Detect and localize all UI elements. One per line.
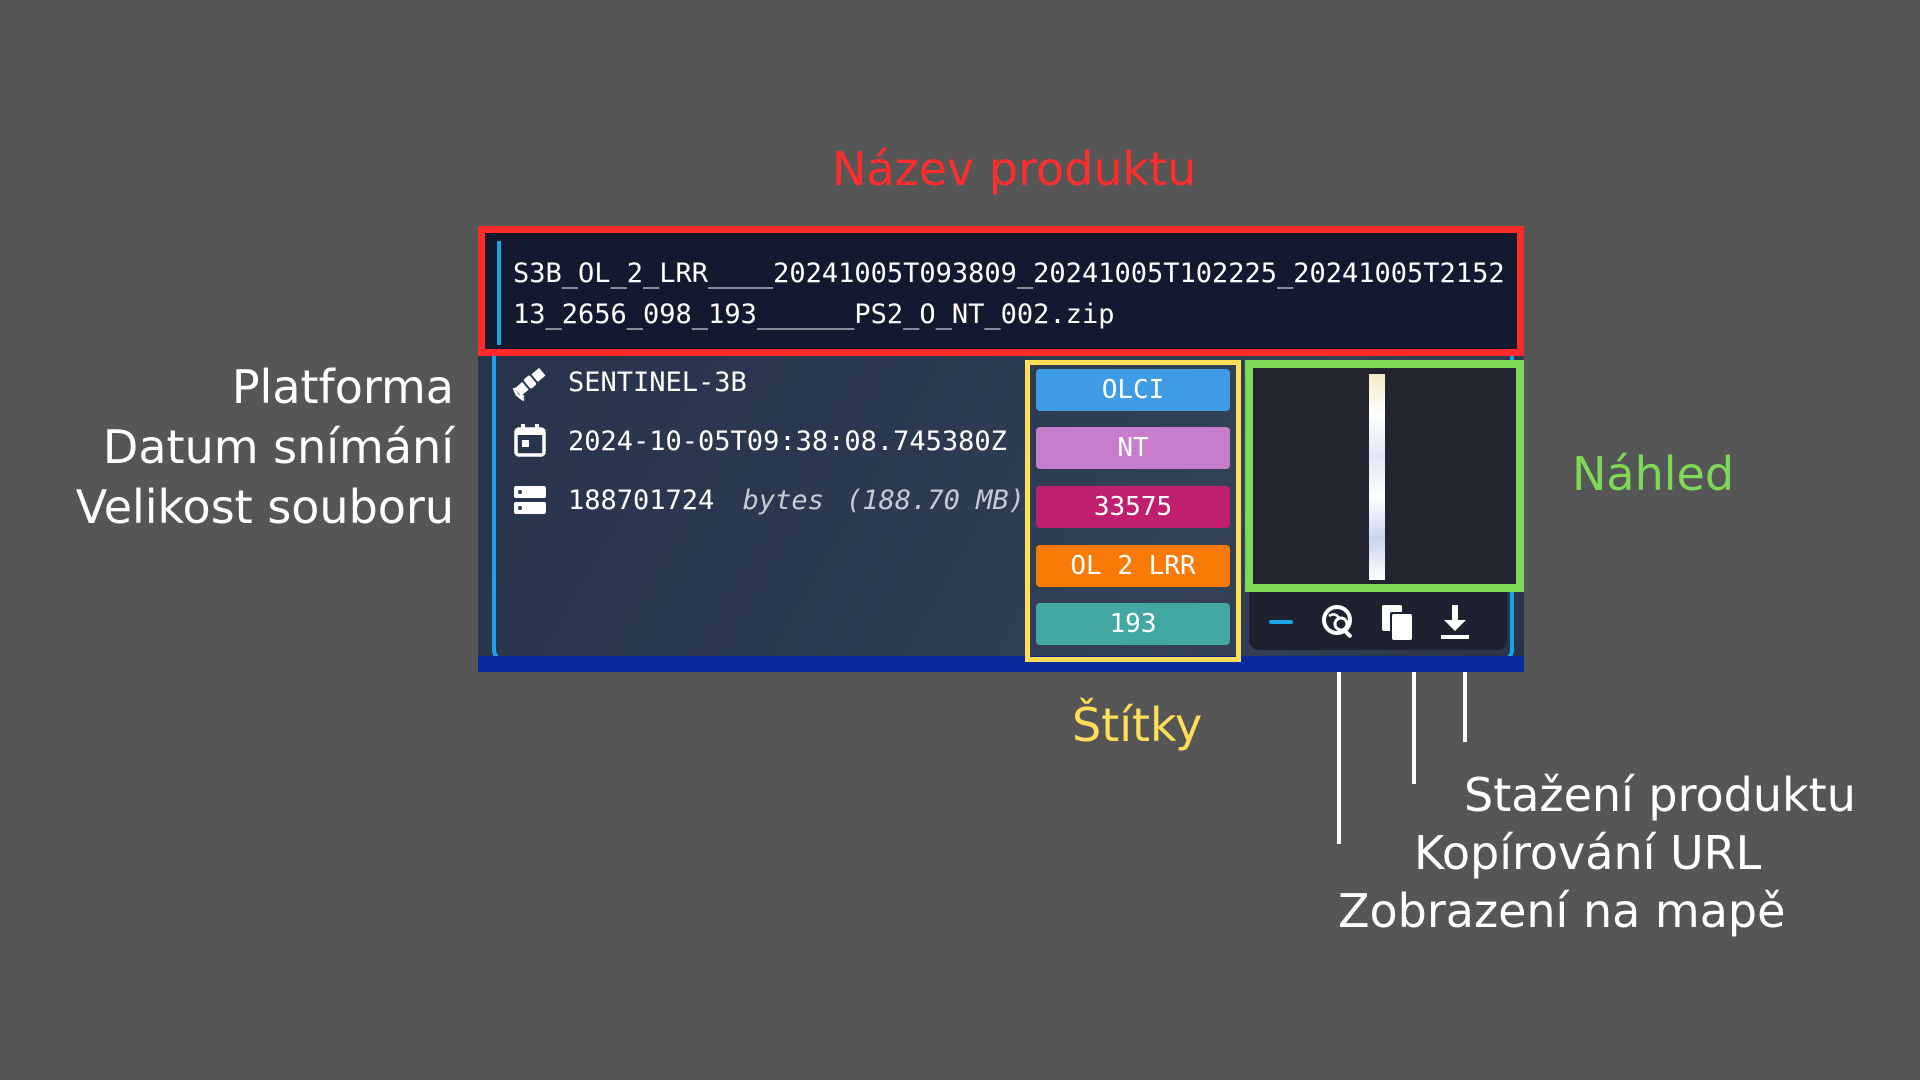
platform-row: SENTINEL-3B: [510, 362, 747, 402]
tags-box: OLCI NT 33575 OL 2 LRR 193: [1025, 360, 1241, 662]
annotation-file-size: Velikost souboru: [75, 480, 454, 534]
calendar-icon: [510, 421, 550, 461]
date-row: 2024-10-05T09:38:08.745380Z: [510, 421, 1007, 461]
tag-relative-orbit[interactable]: 193: [1036, 603, 1230, 645]
map-search-icon[interactable]: [1317, 600, 1361, 644]
tag-orbit[interactable]: 33575: [1036, 486, 1230, 528]
annotation-show-on-map: Zobrazení na mapě: [1338, 884, 1786, 938]
preview-thumbnail[interactable]: [1245, 360, 1524, 592]
copy-icon[interactable]: [1375, 600, 1419, 644]
size-unit: bytes: [742, 484, 824, 516]
product-name: S3B_OL_2_LRR____20241005T093809_20241005…: [513, 258, 1505, 330]
minus-icon[interactable]: [1259, 600, 1303, 644]
annotation-platform: Platforma: [231, 360, 454, 414]
satellite-icon: [510, 362, 550, 402]
preview-image: [1369, 374, 1385, 580]
pointer-line-copy: [1412, 662, 1416, 784]
size-bytes: 188701724: [568, 484, 715, 516]
date-value: 2024-10-05T09:38:08.745380Z: [568, 425, 1007, 457]
card-bottom-bar: [478, 656, 1524, 672]
annotation-tags: Štítky: [1072, 698, 1203, 752]
tag-instrument[interactable]: OLCI: [1036, 369, 1230, 411]
annotation-preview: Náhled: [1572, 447, 1735, 501]
storage-icon: [510, 480, 550, 520]
size-human: (188.70 MB): [846, 484, 1025, 516]
size-value: 188701724 bytes (188.70 MB): [568, 485, 1025, 516]
platform-value: SENTINEL-3B: [568, 366, 747, 398]
annotation-download: Stažení produktu: [1464, 768, 1856, 822]
annotation-copy-url: Kopírování URL: [1414, 826, 1762, 880]
name-accent: [497, 241, 501, 345]
tag-timeliness[interactable]: NT: [1036, 427, 1230, 469]
product-card[interactable]: S3B_OL_2_LRR____20241005T093809_20241005…: [478, 226, 1524, 672]
annotation-product-name: Název produktu: [832, 142, 1197, 196]
annotation-acquisition-date: Datum snímání: [102, 420, 454, 474]
product-name-box: S3B_OL_2_LRR____20241005T093809_20241005…: [478, 226, 1524, 356]
action-toolbar: [1249, 592, 1507, 650]
pointer-line-map: [1337, 654, 1341, 844]
size-row: 188701724 bytes (188.70 MB): [510, 480, 1025, 520]
download-icon[interactable]: [1433, 600, 1477, 644]
tag-product-type[interactable]: OL 2 LRR: [1036, 545, 1230, 587]
